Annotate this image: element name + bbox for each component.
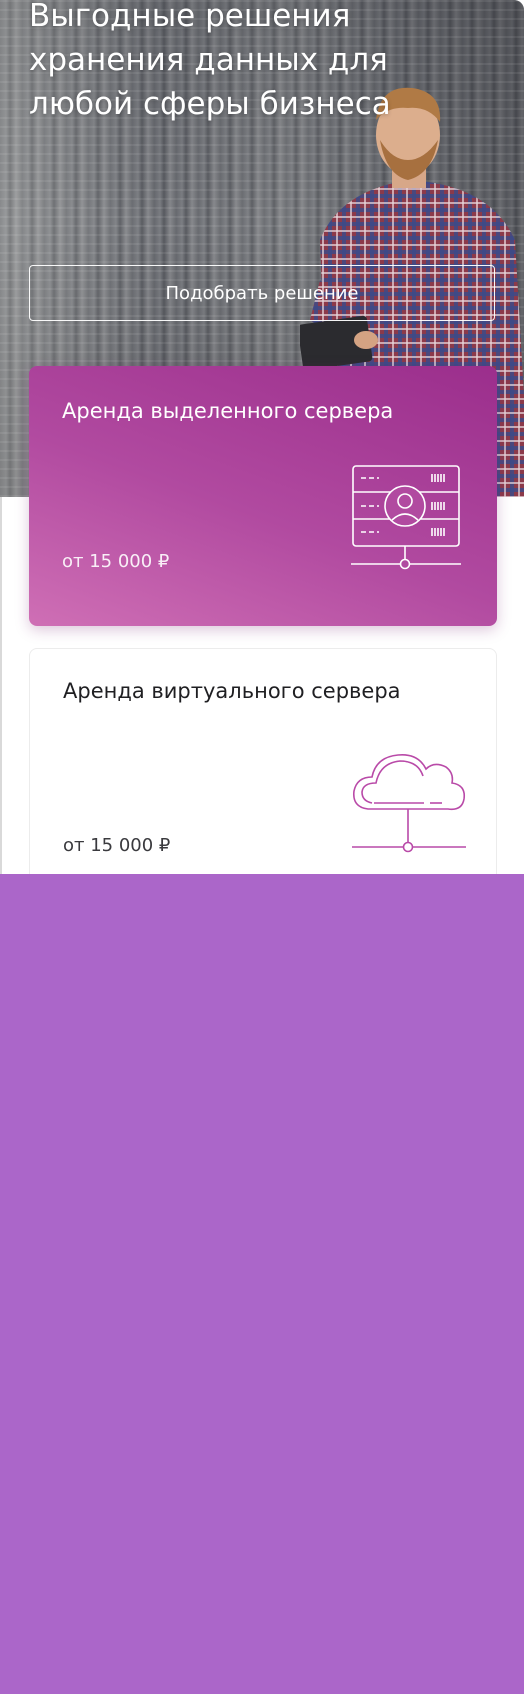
card-title: Аренда выделенного сервера bbox=[62, 399, 394, 423]
hero-title: Выгодные решения хранения данных для люб… bbox=[29, 0, 391, 122]
card-price: от 15 000 ₽ bbox=[63, 835, 171, 856]
virtual-server-card[interactable]: Аренда виртуального сервера от 15 000 ₽ bbox=[29, 648, 497, 888]
dedicated-server-icon bbox=[351, 465, 461, 570]
page-edge-divider bbox=[0, 497, 2, 874]
choose-solution-button[interactable]: Подобрать решение bbox=[29, 265, 495, 321]
cloud-server-icon bbox=[352, 753, 466, 853]
purple-section bbox=[0, 874, 524, 1694]
card-price: от 15 000 ₽ bbox=[62, 551, 170, 572]
page: Выгодные решения хранения данных для люб… bbox=[0, 0, 524, 1694]
dedicated-server-card[interactable]: Аренда выделенного сервера от 15 000 ₽ bbox=[29, 366, 497, 626]
card-title: Аренда виртуального сервера bbox=[63, 679, 401, 703]
